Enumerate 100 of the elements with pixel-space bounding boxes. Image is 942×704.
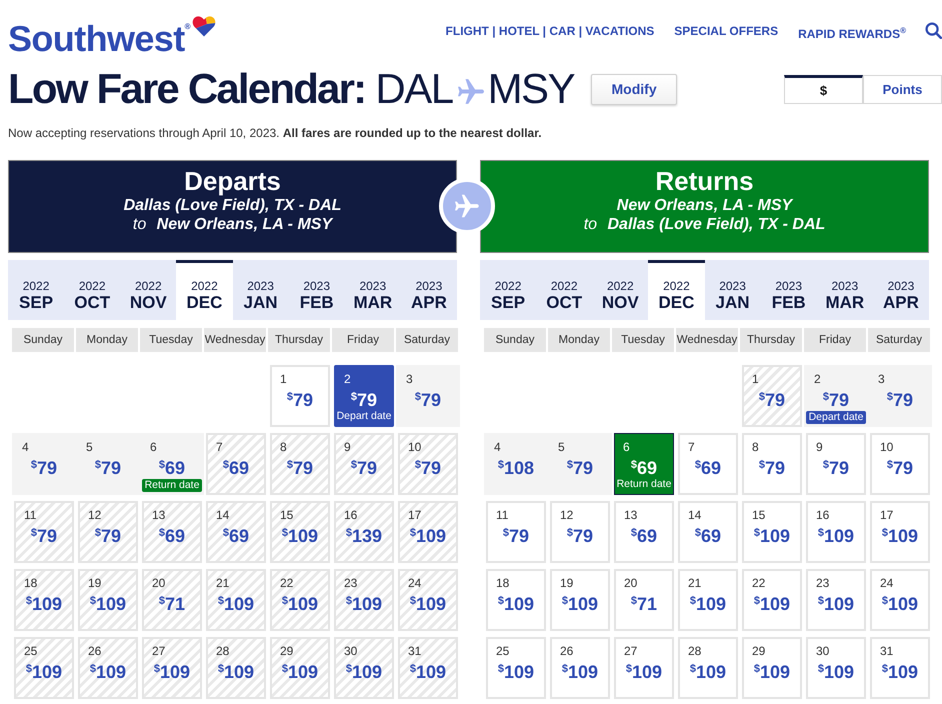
day-cell[interactable]: 9 $^{$}$79 [806,433,866,495]
day-cell[interactable]: 25 $^{$}$109 [486,637,546,699]
day-cell[interactable]: 3 $^{$}$79 [396,365,460,427]
day-cell[interactable]: 20 $^{$}$71 [142,569,202,631]
destination-code: MSY [488,64,574,114]
day-cell[interactable]: 13 $^{$}$69 [142,501,202,563]
month-tab[interactable]: 2022 OCT [536,260,592,320]
day-cell[interactable]: 11 $^{$}$79 [486,501,546,563]
airplane-icon [458,78,484,104]
day-cell[interactable]: 1 $^{$}$79 [742,365,802,427]
month-tab[interactable]: 2022 OCT [64,260,120,320]
day-cell[interactable]: 19 $^{$}$109 [550,569,610,631]
nav-link[interactable]: RAPID REWARDS$^{®}$ [798,24,906,41]
day-cell[interactable]: 30 $^{$}$109 [334,637,394,699]
day-cell[interactable]: 10 $^{$}$79 [870,433,930,495]
fare-tab[interactable]: $ [784,74,863,104]
day-cell[interactable]: 6 $^{$}$69 Return date [614,433,674,495]
weekday-header: Tuesday [612,328,674,352]
day-cell[interactable]: 8 $^{$}$79 [742,433,802,495]
day-cell[interactable]: 31 $^{$}$109 [870,637,930,699]
month-tab[interactable]: 2023 FEB [760,260,817,320]
day-cell[interactable]: 4 $^{$}$79 [12,433,76,495]
day-cell[interactable]: 14 $^{$}$69 [678,501,738,563]
day-cell[interactable]: 2 $^{$}$79 Depart date [804,365,868,427]
month-tab[interactable]: 2022 NOV [592,260,648,320]
heart-icon [192,15,216,37]
nav-link[interactable]: SPECIAL OFFERS [674,24,778,41]
month-tab[interactable]: 2022 DEC [176,260,232,320]
date-badge: Depart date [806,411,866,424]
month-tab[interactable]: 2023 APR [872,260,929,320]
day-cell[interactable]: 21 $^{$}$109 [206,569,266,631]
month-tab[interactable]: 2023 FEB [288,260,345,320]
day-cell[interactable]: 7 $^{$}$69 [678,433,738,495]
day-cell[interactable]: 16 $^{$}$109 [806,501,866,563]
day-cell[interactable]: 6 $^{$}$69 Return date [140,433,204,495]
fare-tab[interactable]: Points [863,74,942,104]
day-cell[interactable]: 7 $^{$}$69 [206,433,266,495]
month-tab[interactable]: 2023 JAN [704,260,761,320]
day-cell[interactable]: 22 $^{$}$109 [270,569,330,631]
banner-title: Departs [183,166,282,196]
month-tab[interactable]: 2022 DEC [648,260,704,320]
day-cell[interactable]: 21 $^{$}$109 [678,569,738,631]
nav-link[interactable]: FLIGHT | HOTEL | CAR | VACATIONS [446,24,654,41]
month-tab[interactable]: 2023 JAN [232,260,289,320]
month-tab[interactable]: 2022 NOV [120,260,176,320]
day-cell[interactable]: 18 $^{$}$109 [486,569,546,631]
day-cell[interactable]: 31 $^{$}$109 [398,637,458,699]
day-cell[interactable]: 25 $^{$}$109 [14,637,74,699]
day-cell[interactable]: 24 $^{$}$109 [870,569,930,631]
day-cell[interactable]: 15 $^{$}$109 [742,501,802,563]
day-cell[interactable]: 4 $^{$}$108 [484,433,548,495]
weekday-header: Tuesday [140,328,202,352]
day-cell[interactable]: 3 $^{$}$79 [868,365,932,427]
logo[interactable]: Southwest$^{®}$ [8,0,191,57]
day-cell[interactable]: 14 $^{$}$69 [206,501,266,563]
day-cell[interactable]: 23 $^{$}$109 [334,569,394,631]
day-cell[interactable]: 27 $^{$}$109 [614,637,674,699]
day-cell[interactable]: 8 $^{$}$79 [270,433,330,495]
day-cell[interactable]: 12 $^{$}$79 [78,501,138,563]
banner-title: Returns [654,166,755,196]
day-cell[interactable]: 22 $^{$}$109 [742,569,802,631]
day-cell[interactable]: 5 $^{$}$79 [548,433,612,495]
month-tab[interactable]: 2023 MAR [816,260,873,320]
day-cell[interactable]: 18 $^{$}$109 [14,569,74,631]
day-cell[interactable]: 11 $^{$}$79 [14,501,74,563]
day-cell[interactable]: 24 $^{$}$109 [398,569,458,631]
day-cell[interactable]: 17 $^{$}$109 [870,501,930,563]
weekday-header: Wednesday [676,328,738,352]
day-cell[interactable]: 29 $^{$}$109 [742,637,802,699]
day-cell[interactable]: 23 $^{$}$109 [806,569,866,631]
day-cell[interactable]: 10 $^{$}$79 [398,433,458,495]
notice-text: Now accepting reservations through April 10, 2023. All fares are rounded up to the nearest dollar. [7,126,543,140]
day-cell[interactable]: 26 $^{$}$109 [78,637,138,699]
weekday-header: Thursday [740,328,802,352]
day-cell[interactable]: 2 $^{$}$79 Depart date [334,365,394,427]
month-tab[interactable]: 2022 SEP [8,260,64,320]
date-badge: Return date [142,479,202,492]
month-tab[interactable]: 2023 MAR [344,260,401,320]
origin-code: DAL [375,64,453,114]
day-cell[interactable]: 1 $^{$}$79 [270,365,330,427]
day-cell[interactable]: 15 $^{$}$109 [270,501,330,563]
day-cell[interactable]: 29 $^{$}$109 [270,637,330,699]
day-cell[interactable]: 20 $^{$}$71 [614,569,674,631]
search-icon[interactable] [925,22,942,39]
day-cell[interactable]: 16 $^{$}$139 [334,501,394,563]
day-cell[interactable]: 5 $^{$}$79 [76,433,140,495]
month-tab[interactable]: 2022 SEP [480,260,536,320]
weekday-header: Friday [332,328,394,352]
day-cell[interactable]: 27 $^{$}$109 [142,637,202,699]
day-cell[interactable]: 17 $^{$}$109 [398,501,458,563]
day-cell[interactable]: 9 $^{$}$79 [334,433,394,495]
day-cell[interactable]: 28 $^{$}$109 [206,637,266,699]
day-cell[interactable]: 12 $^{$}$79 [550,501,610,563]
day-cell[interactable]: 28 $^{$}$109 [678,637,738,699]
modify-button[interactable]: Modify [591,74,678,104]
month-tab[interactable]: 2023 APR [400,260,457,320]
day-cell[interactable]: 26 $^{$}$109 [550,637,610,699]
day-cell[interactable]: 13 $^{$}$69 [614,501,674,563]
day-cell[interactable]: 30 $^{$}$109 [806,637,866,699]
day-cell[interactable]: 19 $^{$}$109 [78,569,138,631]
